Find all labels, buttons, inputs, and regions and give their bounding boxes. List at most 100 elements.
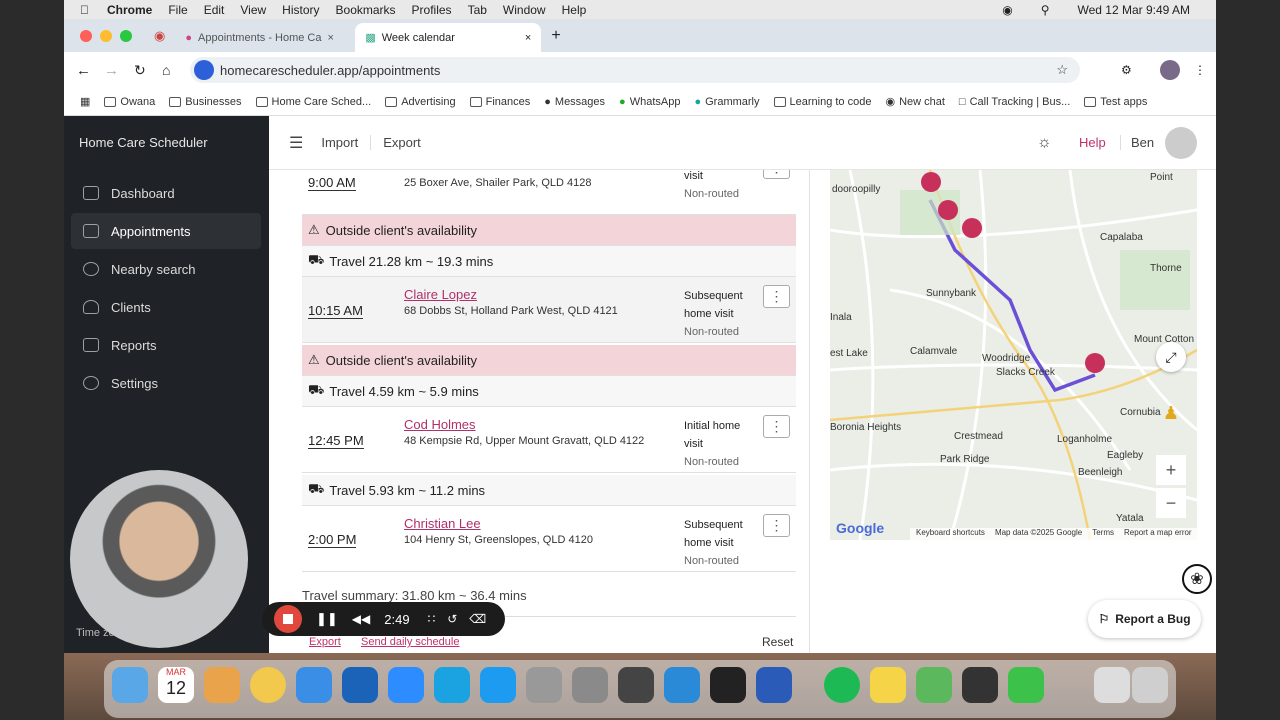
menu-window[interactable]: Window: [503, 3, 546, 17]
sidebar-item-appointments[interactable]: Appointments: [71, 213, 261, 249]
site-info-icon[interactable]: [194, 60, 214, 80]
wifi-icon[interactable]: ◉: [1002, 3, 1012, 17]
sidebar-item-clients[interactable]: Clients: [71, 289, 261, 325]
report-bug-button[interactable]: ⚐ Report a Bug: [1088, 600, 1201, 638]
minimize-window-icon[interactable]: [100, 29, 112, 42]
menu-help[interactable]: Help: [562, 3, 587, 17]
bookmark-call-tracking[interactable]: □ Call Tracking | Bus...: [959, 96, 1070, 108]
client-name-link[interactable]: Christian Lee: [404, 516, 481, 531]
bookmark-messages[interactable]: ● Messages: [544, 96, 605, 108]
close-tab-icon[interactable]: ×: [525, 32, 531, 44]
downloads-stack-icon[interactable]: [1094, 667, 1130, 703]
menu-view[interactable]: View: [240, 3, 266, 17]
launchpad-icon[interactable]: [204, 667, 240, 703]
back-icon[interactable]: ←: [76, 62, 91, 79]
keyboard-shortcuts-link[interactable]: Keyboard shortcuts: [916, 528, 985, 540]
finder-icon[interactable]: [112, 667, 148, 703]
chrome-app-icon[interactable]: [250, 667, 286, 703]
export-link[interactable]: Export: [309, 636, 341, 648]
menu-bookmarks[interactable]: Bookmarks: [336, 3, 396, 17]
appointment-time[interactable]: 12:45 PM: [308, 434, 364, 449]
terminal-icon[interactable]: [710, 667, 746, 703]
zoom-icon[interactable]: [388, 667, 424, 703]
restart-icon[interactable]: ↺: [447, 612, 457, 626]
zoom-out-button[interactable]: −: [1156, 488, 1186, 518]
new-tab-icon[interactable]: +: [551, 27, 560, 45]
clock-text[interactable]: Wed 12 Mar 9:49 AM: [1078, 3, 1191, 17]
apps-grid-icon[interactable]: ▦: [80, 95, 90, 108]
bookmark-test-apps[interactable]: Test apps: [1084, 96, 1147, 108]
bookmark-whatsapp[interactable]: ● WhatsApp: [619, 96, 680, 108]
bookmark-businesses[interactable]: Businesses: [169, 96, 242, 108]
sidebar-item-reports[interactable]: Reports: [71, 327, 261, 363]
forward-icon[interactable]: →: [104, 62, 119, 79]
bookmark-star-icon[interactable]: ☆: [1056, 62, 1068, 78]
safari-icon[interactable]: [296, 667, 332, 703]
skype-icon[interactable]: [434, 667, 470, 703]
appointment-menu-button[interactable]: ⋮: [763, 170, 790, 179]
report-map-error-link[interactable]: Report a map error: [1124, 528, 1192, 540]
close-window-icon[interactable]: [80, 29, 92, 42]
extensions-icon[interactable]: ⚙: [1121, 63, 1132, 77]
theme-toggle-icon[interactable]: ☼: [1037, 134, 1052, 152]
user-name[interactable]: Ben: [1131, 135, 1154, 150]
menu-file[interactable]: File: [168, 3, 187, 17]
grid-icon[interactable]: ∷: [428, 612, 436, 626]
search-icon[interactable]: ⚲: [1041, 3, 1050, 17]
system-settings-icon[interactable]: [572, 667, 608, 703]
appointment-menu-button[interactable]: ⋮: [763, 285, 790, 308]
twitter-icon[interactable]: [480, 667, 516, 703]
reload-icon[interactable]: ↻: [134, 62, 146, 79]
maximize-window-icon[interactable]: [120, 29, 132, 42]
client-name-link[interactable]: Claire Lopez: [404, 287, 477, 302]
menu-tab[interactable]: Tab: [468, 3, 487, 17]
street-view-icon[interactable]: ♟: [1160, 398, 1182, 428]
appointment-menu-button[interactable]: ⋮: [763, 415, 790, 438]
trash-bin-icon[interactable]: [1132, 667, 1168, 703]
route-map[interactable]: dooroopilly Point Capalaba Thorne Sunnyb…: [830, 170, 1197, 540]
bookmark-advertising[interactable]: Advertising: [385, 96, 456, 108]
appointment-time[interactable]: 10:15 AM: [308, 304, 363, 319]
bookmark-learning[interactable]: Learning to code: [773, 96, 871, 108]
appointment-time[interactable]: 9:00 AM: [308, 176, 356, 191]
appointment-menu-button[interactable]: ⋮: [763, 514, 790, 537]
zoom-in-button[interactable]: +: [1156, 455, 1186, 485]
sidebar-item-dashboard[interactable]: Dashboard: [71, 175, 261, 211]
tab-week-calendar[interactable]: ▩ Week calendar ×: [355, 23, 542, 52]
apple-icon[interactable]: : [80, 3, 89, 17]
calendar-app-icon[interactable]: MAR 12: [158, 667, 194, 703]
bookmark-grammarly[interactable]: ● Grammarly: [694, 96, 759, 108]
trash-icon[interactable]: ⌫: [469, 612, 486, 626]
menu-edit[interactable]: Edit: [204, 3, 225, 17]
appointment-time[interactable]: 2:00 PM: [308, 533, 357, 548]
outlook-icon[interactable]: [342, 667, 378, 703]
pause-icon[interactable]: ❚❚: [316, 611, 338, 627]
maps-icon[interactable]: [916, 667, 952, 703]
bookmark-home-care[interactable]: Home Care Sched...: [255, 96, 371, 108]
client-name-link[interactable]: Cod Holmes: [404, 417, 476, 432]
import-button[interactable]: Import: [321, 135, 372, 150]
help-app-icon[interactable]: [526, 667, 562, 703]
word-icon[interactable]: [756, 667, 792, 703]
chrome-menu-icon[interactable]: ⋮: [1194, 63, 1206, 77]
fullscreen-icon[interactable]: ⤢: [1156, 342, 1186, 372]
spotify-icon[interactable]: [824, 667, 860, 703]
stop-recording-button[interactable]: [274, 605, 302, 633]
sidebar-item-nearby-search[interactable]: Nearby search: [71, 251, 261, 287]
home-icon[interactable]: ⌂: [162, 62, 170, 78]
rewind-icon[interactable]: ◀◀: [352, 612, 370, 626]
menu-app-name[interactable]: Chrome: [107, 3, 152, 17]
terms-link[interactable]: Terms: [1092, 528, 1114, 540]
notes-icon[interactable]: [870, 667, 906, 703]
send-schedule-link[interactable]: Send daily schedule: [361, 636, 459, 648]
calculator-icon[interactable]: [618, 667, 654, 703]
close-tab-icon[interactable]: ×: [328, 32, 334, 44]
bookmark-new-chat[interactable]: ◉ New chat: [885, 95, 944, 109]
vscode-icon[interactable]: [664, 667, 700, 703]
bookmark-finances[interactable]: Finances: [469, 96, 530, 108]
reset-button[interactable]: Reset: [762, 635, 793, 649]
chatbot-icon[interactable]: ❀: [1182, 564, 1212, 594]
address-bar[interactable]: homecarescheduler.app/appointments ☆: [190, 57, 1080, 83]
menu-history[interactable]: History: [282, 3, 319, 17]
profile-avatar[interactable]: [1160, 60, 1180, 80]
